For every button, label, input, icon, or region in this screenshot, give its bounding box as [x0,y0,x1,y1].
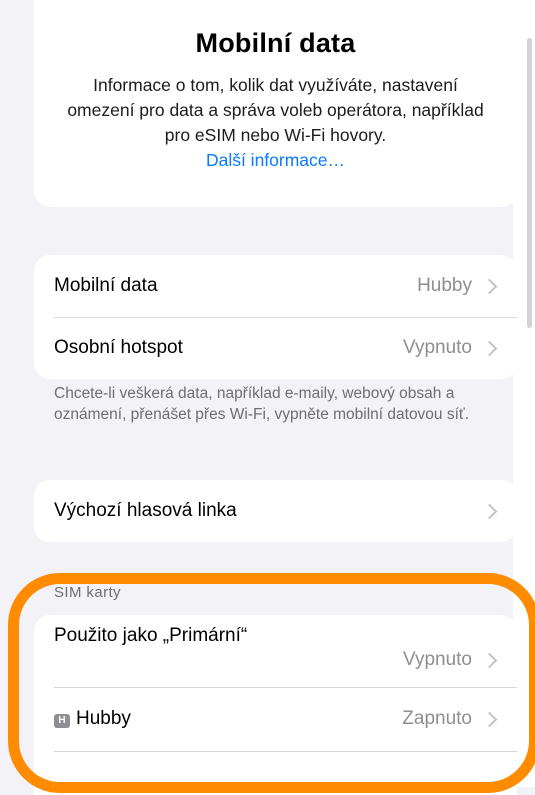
mobile-data-row[interactable]: Mobilní data Hubby [34,255,517,317]
info-card: Mobilní data Informace o tom, kolik dat … [34,0,517,207]
primary-usage-row[interactable]: Použito jako „Primární“ Vypnuto [34,615,517,687]
personal-hotspot-row[interactable]: Osobní hotspot Vypnuto [34,317,517,379]
more-info-link[interactable]: Další informace… [206,150,345,170]
chevron-right-icon [481,652,498,669]
voice-line-group: Výchozí hlasová linka [34,480,517,542]
scroll-indicator[interactable] [527,38,532,328]
sim-hubby-row[interactable]: H Hubby Zapnuto [34,687,517,751]
chevron-right-icon [481,503,498,519]
wifi-footnote: Chcete-li veškerá data, například e-mail… [54,385,470,423]
sim-cards-group: Použito jako „Primární“ Vypnuto H Hubby Z… [34,615,517,795]
default-voice-line-row[interactable]: Výchozí hlasová linka [34,480,517,542]
chevron-right-icon [481,278,498,294]
sim-badge-icon: H [54,714,70,728]
page-title: Mobilní data [195,28,356,58]
info-description: Informace o tom, kolik dat využíváte, na… [67,75,484,170]
chevron-right-icon [481,711,498,727]
next-row [34,751,517,795]
chevron-right-icon [481,340,498,356]
sim-section-header: SIM karty [54,584,121,601]
data-settings-group: Mobilní data Hubby Osobní hotspot Vypnut… [34,255,517,379]
